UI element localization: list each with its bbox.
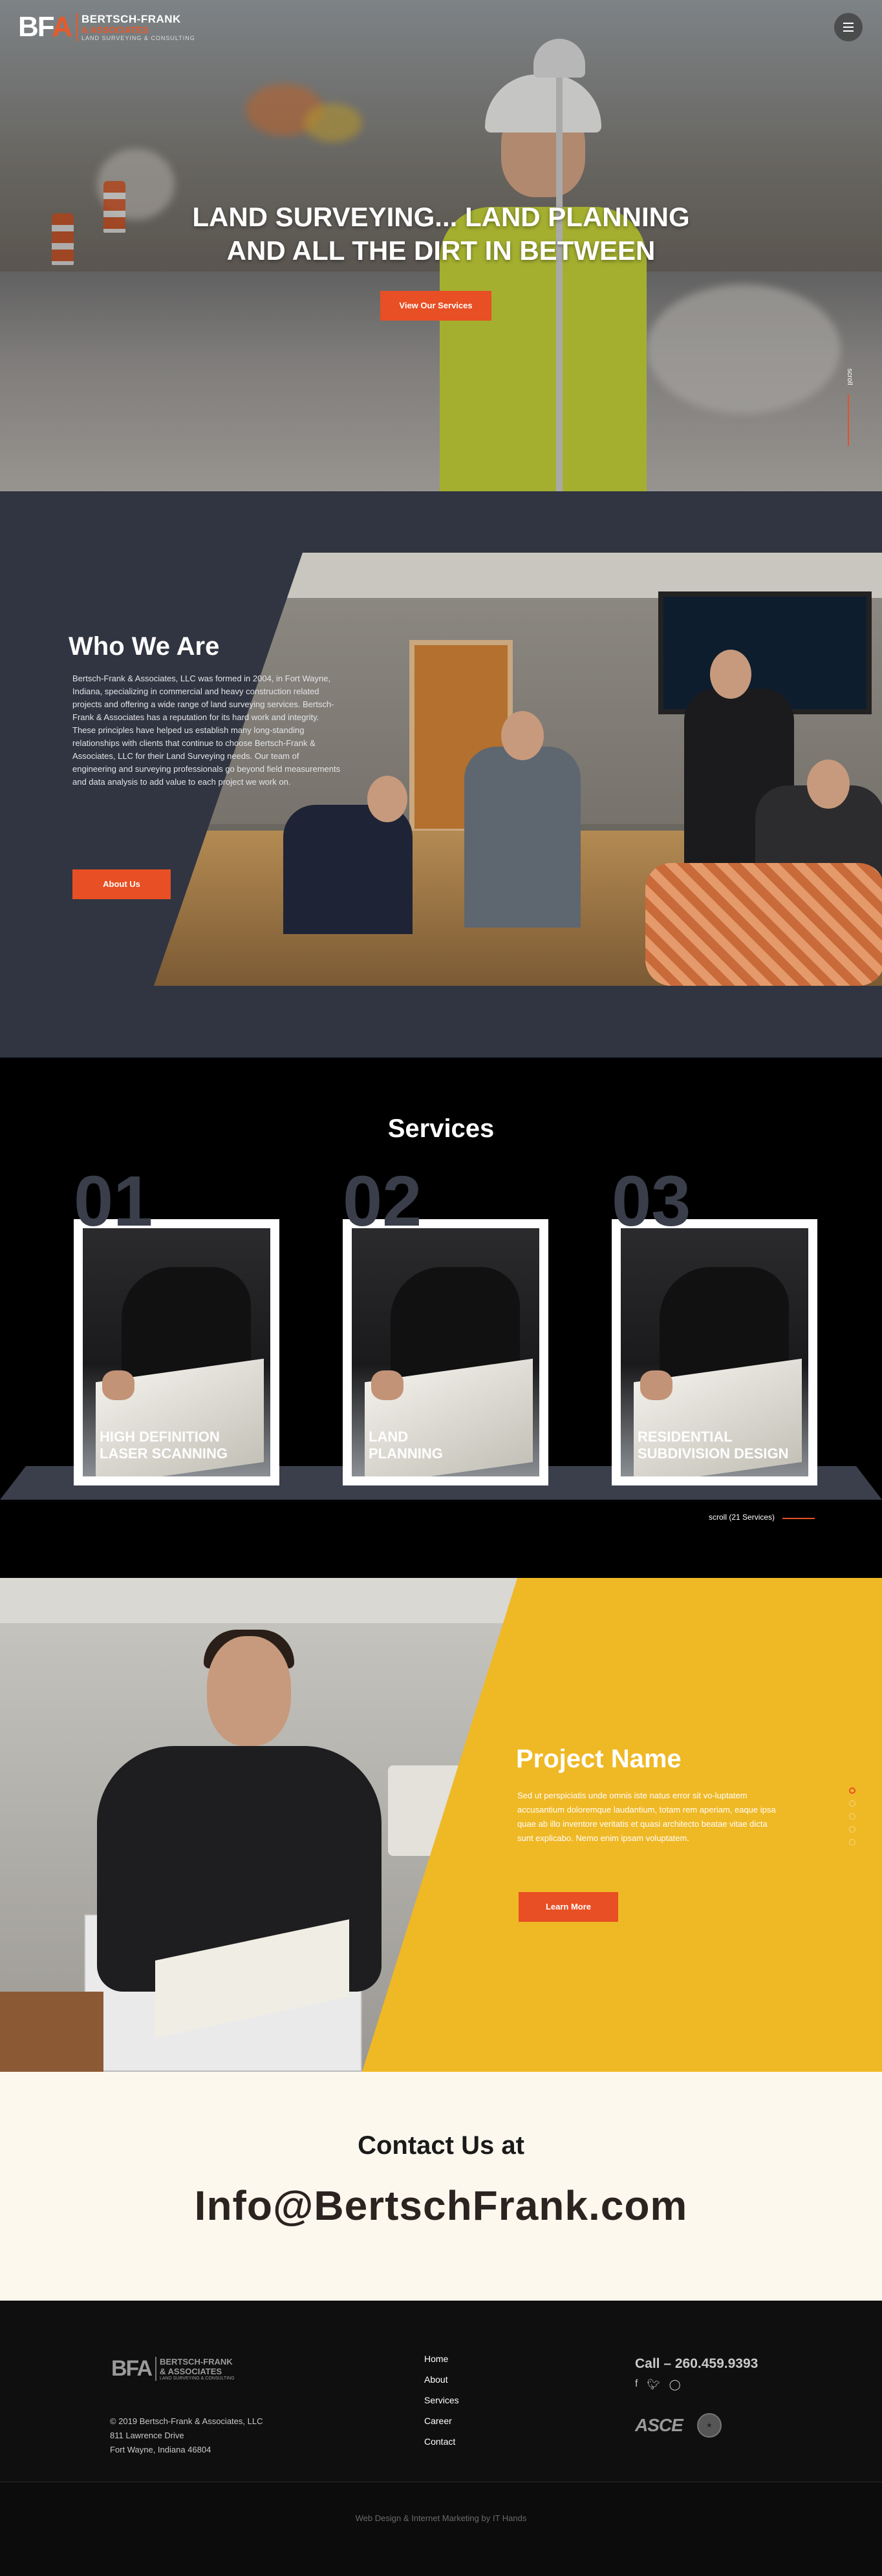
services-scroll-indicator: [782, 1518, 815, 1519]
services-scroll-label[interactable]: scroll (21 Services): [709, 1513, 775, 1522]
service-label-line2: SUBDIVISION DESIGN: [638, 1445, 789, 1462]
footer-address: © 2019 Bertsch-Frank & Associates, LLC 8…: [110, 2414, 263, 2457]
asce-logo: ASCE: [635, 2415, 683, 2435]
footer-link-services[interactable]: Services: [424, 2395, 459, 2405]
footer-logo-line3: LAND SURVEYING & CONSULTING: [160, 2376, 235, 2381]
project-body: Sed ut perspiciatis unde omnis iste natu…: [517, 1791, 776, 1843]
view-services-button[interactable]: View Our Services: [380, 291, 491, 321]
logo-mark: BFA: [18, 11, 72, 43]
association-seal-icon: ★: [696, 2413, 722, 2438]
who-we-are-section: Who We Are Bertsch-Frank & Associates, L…: [0, 491, 882, 1058]
footer-link-about[interactable]: About: [424, 2374, 459, 2385]
service-number: 02: [343, 1162, 422, 1241]
footer-nav: Home About Services Career Contact: [424, 2354, 459, 2447]
contact-email-link[interactable]: Info@BertschFrank.com: [0, 2182, 882, 2230]
hero-section: BFA BERTSCH-FRANK & ASSOCIATES LAND SURV…: [0, 0, 882, 491]
logo-line3: LAND SURVEYING & CONSULTING: [81, 35, 195, 41]
about-us-button[interactable]: About Us: [72, 869, 171, 899]
service-number: 03: [612, 1162, 691, 1241]
footer-link-home[interactable]: Home: [424, 2354, 459, 2364]
service-number: 01: [74, 1162, 153, 1241]
service-label: RESIDENTIAL SUBDIVISION DESIGN: [638, 1429, 788, 1462]
site-footer: BFA BERTSCH-FRANK & ASSOCIATES LAND SURV…: [0, 2301, 882, 2482]
footer-copyright: © 2019 Bertsch-Frank & Associates, LLC: [110, 2416, 263, 2426]
social-links: f 🐦︎ ◯: [635, 2378, 681, 2391]
hero-title: LAND SURVEYING... LAND PLANNING AND ALL …: [168, 200, 714, 268]
footer-credit[interactable]: Web Design & Internet Marketing by IT Ha…: [0, 2513, 882, 2523]
scroll-indicator: [848, 394, 849, 446]
contact-title: Contact Us at: [358, 2131, 524, 2160]
service-label-line2: LASER SCANNING: [100, 1445, 228, 1462]
pagination-dot[interactable]: [849, 1839, 855, 1846]
footer-bottom-bar: Web Design & Internet Marketing by IT Ha…: [0, 2482, 882, 2576]
service-label-line1: LAND: [369, 1429, 409, 1445]
logo-line2: & ASSOCIATES: [81, 25, 149, 35]
footer-logo-line1: BERTSCH-FRANK: [160, 2357, 233, 2367]
service-label-line2: PLANNING: [369, 1445, 443, 1462]
service-card[interactable]: 02 LAND PLANNING: [343, 1166, 548, 1485]
footer-address-line2: Fort Wayne, Indiana 46804: [110, 2445, 211, 2454]
footer-phone[interactable]: Call – 260.459.9393: [635, 2356, 758, 2372]
facebook-icon[interactable]: f: [635, 2378, 638, 2391]
pagination-dot[interactable]: [849, 1787, 855, 1794]
learn-more-button[interactable]: Learn More: [519, 1892, 618, 1922]
who-we-are-body: Bertsch-Frank & Associates, LLC was form…: [72, 674, 341, 787]
who-we-are-title: Who We Are: [69, 632, 220, 661]
project-pagination: [849, 1787, 855, 1846]
contact-section: Contact Us at Info@BertschFrank.com: [0, 2072, 882, 2301]
footer-link-contact[interactable]: Contact: [424, 2436, 459, 2447]
service-label: LAND PLANNING: [369, 1429, 443, 1462]
service-label: HIGH DEFINITION LASER SCANNING: [100, 1429, 228, 1462]
services-section: Services 01 HIGH DEFINITION LASER SCANNI…: [0, 1058, 882, 1578]
footer-address-line1: 811 Lawrence Drive: [110, 2431, 184, 2440]
hamburger-icon[interactable]: [834, 13, 863, 41]
footer-link-career[interactable]: Career: [424, 2416, 459, 2426]
service-card[interactable]: 03 RESIDENTIAL SUBDIVISION DESIGN: [612, 1166, 817, 1485]
footer-logo[interactable]: BFA BERTSCH-FRANK & ASSOCIATES LAND SURV…: [111, 2356, 235, 2381]
logo-line1: BERTSCH-FRANK: [81, 13, 181, 25]
service-label-line1: HIGH DEFINITION: [100, 1429, 220, 1445]
pagination-dot[interactable]: [849, 1813, 855, 1820]
service-card[interactable]: 01 HIGH DEFINITION LASER SCANNING: [74, 1166, 279, 1485]
footer-logo-line2: & ASSOCIATES: [160, 2367, 222, 2376]
pagination-dot[interactable]: [849, 1800, 855, 1807]
project-section: Project Name Sed ut perspiciatis unde om…: [0, 1578, 882, 2072]
services-title: Services: [387, 1114, 495, 1143]
pagination-dot[interactable]: [849, 1826, 855, 1833]
project-title: Project Name: [516, 1745, 682, 1773]
hero-title-line1: LAND SURVEYING... LAND PLANNING: [192, 202, 690, 232]
footer-badges: ASCE ★: [635, 2413, 722, 2438]
hero-title-line2: AND ALL THE DIRT IN BETWEEN: [226, 235, 656, 266]
footer-logo-mark: BFA: [111, 2356, 153, 2381]
site-logo[interactable]: BFA BERTSCH-FRANK & ASSOCIATES LAND SURV…: [18, 13, 195, 41]
service-label-line1: RESIDENTIAL: [638, 1429, 733, 1445]
twitter-icon[interactable]: 🐦︎: [647, 2378, 660, 2391]
page: BFA BERTSCH-FRANK & ASSOCIATES LAND SURV…: [0, 0, 882, 2576]
project-photo: [0, 1578, 517, 2072]
instagram-icon[interactable]: ◯: [669, 2378, 681, 2391]
